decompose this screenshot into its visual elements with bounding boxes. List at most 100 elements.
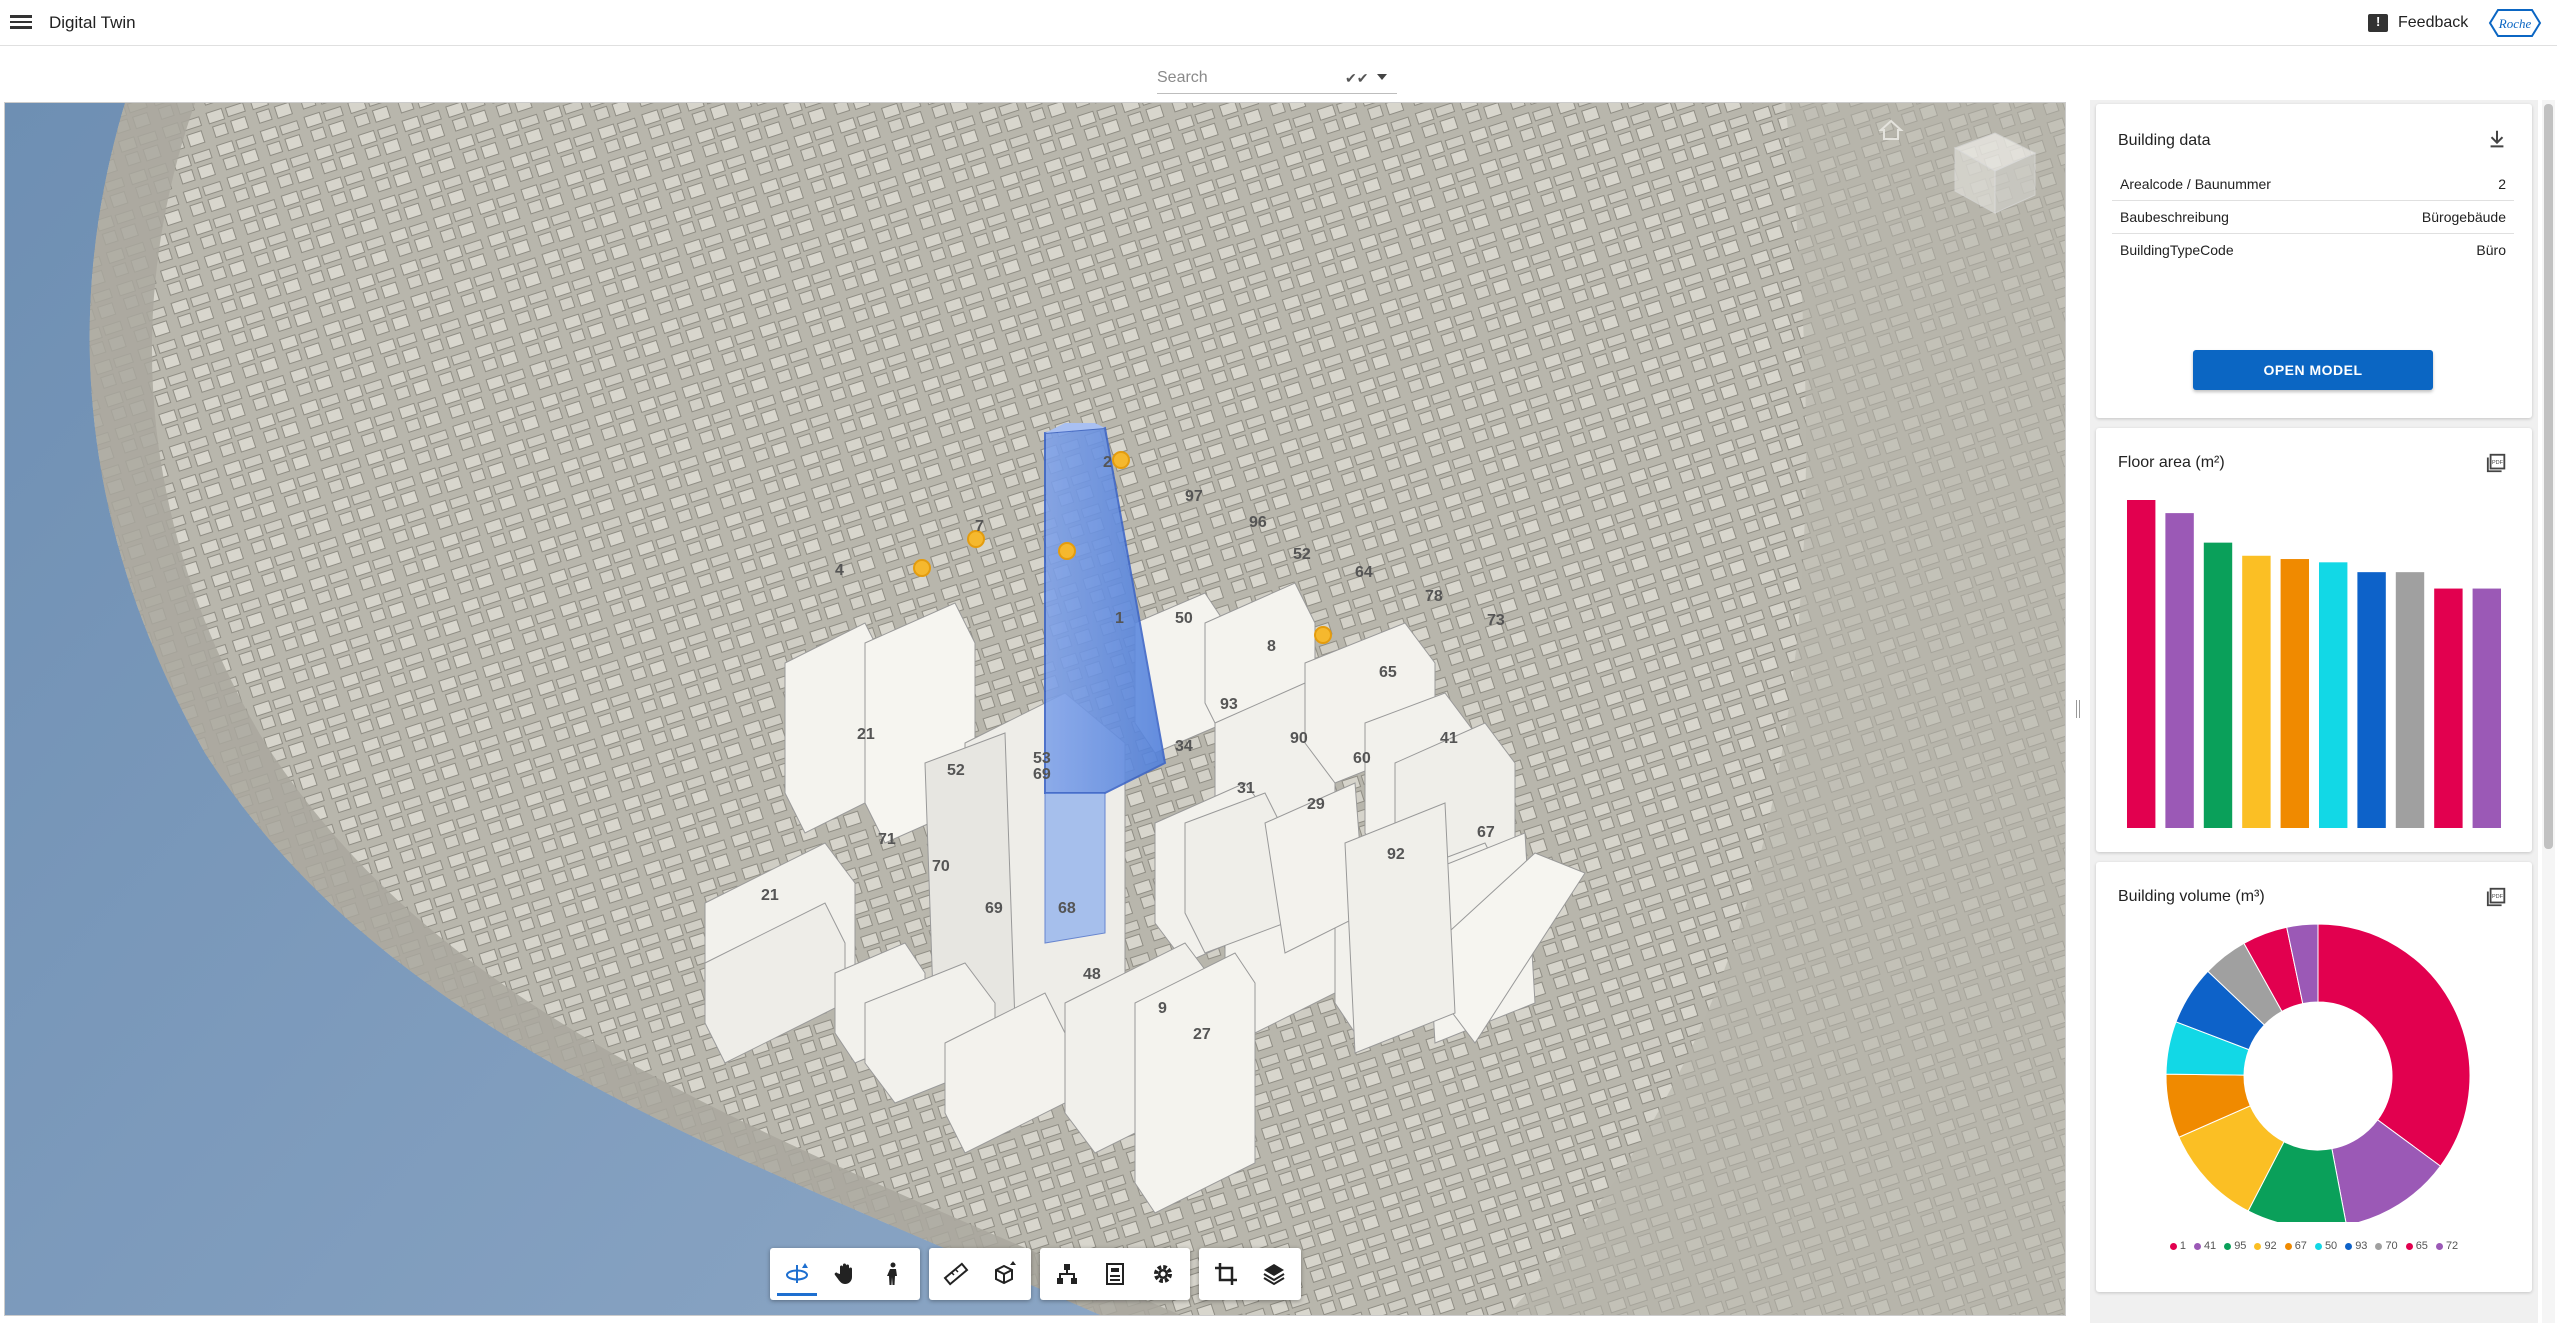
row-value: Büro xyxy=(2476,242,2506,258)
building-number-label: 78 xyxy=(1425,588,1443,605)
building-number-label: 34 xyxy=(1175,738,1193,755)
building-number-label: 69 xyxy=(985,900,1003,917)
crop-button[interactable] xyxy=(1202,1248,1250,1300)
bar-72[interactable] xyxy=(2472,588,2502,828)
poi-marker[interactable] xyxy=(913,559,931,577)
open-model-button[interactable]: OPEN MODEL xyxy=(2193,350,2433,390)
walk-button[interactable] xyxy=(869,1248,917,1300)
row-label: Arealcode / Baunummer xyxy=(2120,176,2271,192)
bar-41[interactable] xyxy=(2165,513,2194,828)
legend-item-92[interactable]: 92 xyxy=(2254,1240,2277,1252)
row-value: 2 xyxy=(2498,176,2506,192)
row-label: Baubeschreibung xyxy=(2120,209,2229,225)
legend-item-50[interactable]: 50 xyxy=(2314,1240,2338,1252)
app-header: Digital Twin Feedback Roche xyxy=(0,0,2557,46)
building-number-label: 73 xyxy=(1487,612,1505,629)
building-data-table: Arealcode / Baunummer 2 Baubeschreibung … xyxy=(2112,168,2514,267)
panel-scroll-thumb[interactable] xyxy=(2544,104,2553,849)
building-number-label: 8 xyxy=(1267,638,1276,655)
slice-1[interactable] xyxy=(2317,923,2471,1167)
legend-item-72[interactable]: 72 xyxy=(2435,1240,2459,1252)
bar-1[interactable] xyxy=(2126,500,2156,828)
legend-label: 93 xyxy=(2355,1240,2368,1252)
building-number-label: 29 xyxy=(1307,796,1325,813)
legend-item-93[interactable]: 93 xyxy=(2345,1240,2367,1252)
building-number-label: 4 xyxy=(835,562,844,579)
building-number-label: 2 xyxy=(1103,454,1112,471)
legend-swatch xyxy=(2314,1242,2322,1250)
legend-label: 50 xyxy=(2324,1240,2338,1252)
building-number-label: 70 xyxy=(932,858,950,875)
legend-swatch xyxy=(2345,1242,2353,1250)
model-tree-icon xyxy=(1057,1264,1077,1284)
measure-ruler-icon xyxy=(943,1262,969,1286)
legend-swatch xyxy=(2224,1242,2232,1250)
legend-swatch xyxy=(2169,1242,2177,1250)
legend-label: 41 xyxy=(2203,1240,2217,1252)
roche-logo: Roche xyxy=(2488,9,2542,37)
panel-resize-handle[interactable] xyxy=(2076,700,2080,718)
legend-label: 67 xyxy=(2294,1240,2307,1252)
bar-67[interactable] xyxy=(2280,559,2310,828)
poi-marker[interactable] xyxy=(1058,542,1076,560)
hamburger-menu-icon[interactable] xyxy=(10,12,32,34)
3d-map-viewport[interactable]: 2 97 96 52 64 78 73 4 7 1 50 69 8 65 41 93 90 60 53 52 21 34 3… xyxy=(4,102,2066,1316)
legend-swatch xyxy=(2435,1242,2443,1250)
table-row: Arealcode / Baunummer 2 xyxy=(2112,168,2514,201)
building-number-label: 64 xyxy=(1355,564,1373,581)
layers-button[interactable] xyxy=(1250,1248,1298,1300)
bar-93[interactable] xyxy=(2357,572,2386,828)
legend-label: 72 xyxy=(2445,1240,2459,1252)
row-value: Bürogebäude xyxy=(2421,209,2506,225)
building-number-label: 93 xyxy=(1220,696,1238,713)
legend-item-41[interactable]: 41 xyxy=(2193,1240,2217,1252)
bar-50[interactable] xyxy=(2318,562,2348,828)
building-number-label: 68 xyxy=(1058,900,1076,917)
legend-swatch xyxy=(2193,1242,2201,1250)
measure-button[interactable] xyxy=(932,1248,980,1300)
model-browser-button[interactable] xyxy=(1043,1248,1091,1300)
bar-95[interactable] xyxy=(2203,542,2233,828)
poi-marker[interactable] xyxy=(1112,451,1130,469)
building-number-label: 52 xyxy=(947,762,965,779)
bar-70[interactable] xyxy=(2395,572,2425,828)
building-number-label: 97 xyxy=(1185,488,1203,505)
legend-label: 1 xyxy=(2179,1240,2186,1252)
legend-item-70[interactable]: 70 xyxy=(2375,1240,2398,1252)
search-bar: ✔✔ xyxy=(1157,62,1397,94)
section-button[interactable] xyxy=(980,1248,1028,1300)
orbit-button[interactable] xyxy=(773,1248,821,1300)
bar-65[interactable] xyxy=(2434,588,2463,828)
feedback-icon xyxy=(2368,14,2388,32)
building-number-label: 21 xyxy=(857,726,875,743)
pan-hand-icon xyxy=(834,1263,852,1284)
properties-icon xyxy=(1106,1263,1124,1285)
poi-marker[interactable] xyxy=(1314,626,1332,644)
building-number-label: 96 xyxy=(1249,514,1267,531)
settings-button[interactable] xyxy=(1139,1248,1187,1300)
legend-label: 95 xyxy=(2234,1240,2247,1252)
bar-92[interactable] xyxy=(2242,555,2271,828)
building-number-label: 9 xyxy=(1158,1000,1167,1017)
building-number-label: 67 xyxy=(1477,824,1495,841)
app-title: Digital Twin xyxy=(49,13,136,32)
building-number-label: 69 xyxy=(1033,766,1051,783)
legend-item-67[interactable]: 67 xyxy=(2284,1240,2307,1252)
select-all-check-icon[interactable]: ✔✔ xyxy=(1345,70,1368,87)
legend-item-65[interactable]: 65 xyxy=(2405,1240,2428,1252)
building-number-label: 27 xyxy=(1193,1026,1211,1043)
crop-icon xyxy=(1215,1263,1237,1285)
city-3d-scene[interactable]: 2979652647873471 506986541939060535221343… xyxy=(5,103,2066,1316)
properties-button[interactable] xyxy=(1091,1248,1139,1300)
legend-swatch xyxy=(2375,1242,2383,1250)
feedback-button[interactable]: Feedback xyxy=(2368,10,2468,36)
legend-item-95[interactable]: 95 xyxy=(2224,1240,2246,1252)
building-number-label: 48 xyxy=(1083,966,1101,983)
search-input[interactable] xyxy=(1157,66,1337,90)
pan-button[interactable] xyxy=(821,1248,869,1300)
table-row: BuildingTypeCode Büro xyxy=(2112,234,2514,267)
legend-item-1[interactable]: 1 xyxy=(2169,1240,2186,1252)
building-number-label: 50 xyxy=(1175,610,1193,627)
download-icon[interactable] xyxy=(2486,128,2508,150)
search-dropdown-caret-icon[interactable] xyxy=(1377,74,1387,80)
